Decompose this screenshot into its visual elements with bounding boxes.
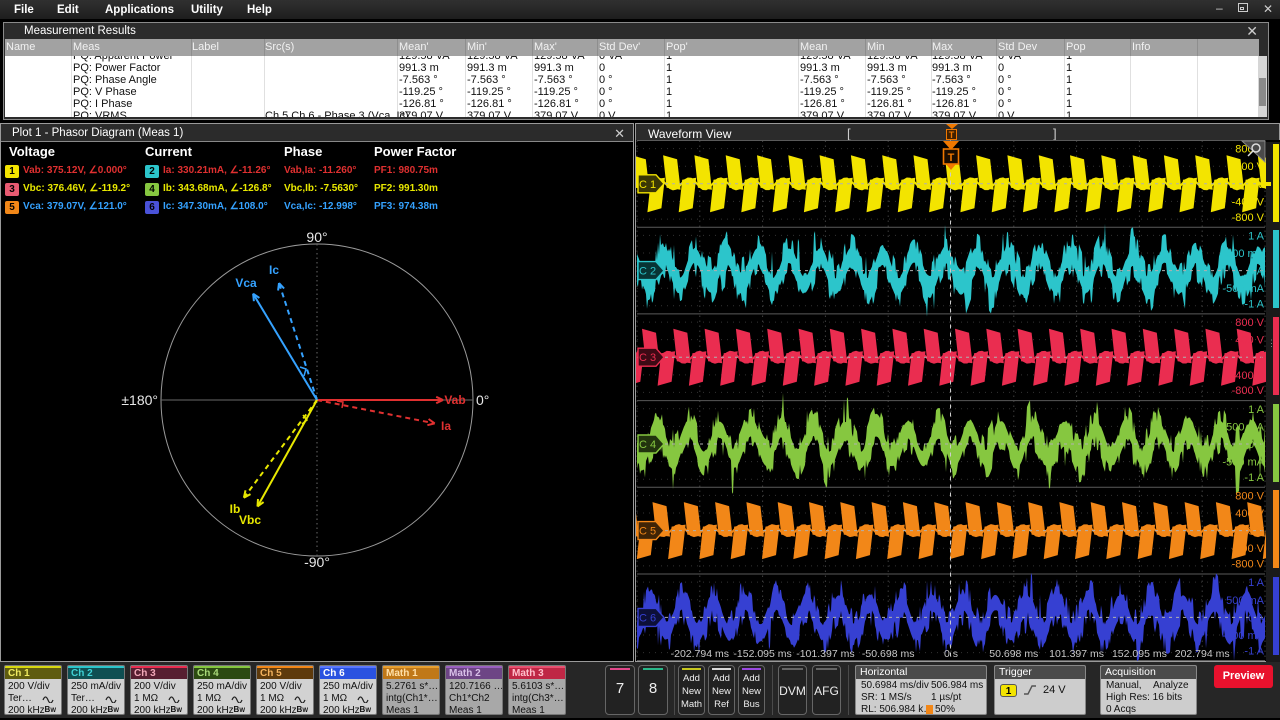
svg-text:0 V: 0 V	[1247, 526, 1264, 538]
svg-text:101.397 ms: 101.397 ms	[1049, 648, 1104, 660]
svg-text:152.095 ms: 152.095 ms	[1112, 648, 1167, 660]
svg-text:-800 V: -800 V	[1232, 385, 1265, 397]
svg-text:50.698 ms: 50.698 ms	[989, 648, 1038, 660]
svg-text:-152.095 ms: -152.095 ms	[733, 648, 791, 660]
svg-text:-800 V: -800 V	[1232, 212, 1265, 224]
svg-text:-400 V: -400 V	[1232, 370, 1265, 382]
svg-text:500 mA: 500 mA	[1226, 595, 1265, 607]
svg-text:800 V: 800 V	[1235, 317, 1264, 329]
svg-text:0 s: 0 s	[944, 648, 958, 660]
svg-text:-500 mA: -500 mA	[1222, 457, 1264, 469]
svg-text:0 A: 0 A	[1248, 612, 1265, 624]
svg-text:C 3: C 3	[639, 352, 656, 364]
svg-text:0 V: 0 V	[1247, 352, 1264, 364]
svg-text:C 5: C 5	[639, 526, 656, 538]
svg-text:800 V: 800 V	[1235, 490, 1264, 502]
svg-text:C 1: C 1	[639, 179, 656, 191]
svg-text:T: T	[948, 152, 955, 164]
svg-text:-90°: -90°	[304, 554, 330, 570]
svg-text:90°: 90°	[306, 229, 327, 245]
svg-text:Ib: Ib	[230, 502, 241, 516]
svg-text:400 V: 400 V	[1235, 335, 1264, 347]
svg-text:-50.698 ms: -50.698 ms	[862, 648, 915, 660]
svg-text:Ic: Ic	[269, 263, 279, 277]
svg-text:-500 mA: -500 mA	[1222, 630, 1264, 642]
svg-text:Vca: Vca	[235, 276, 257, 290]
svg-text:C 6: C 6	[639, 612, 656, 624]
svg-text:-1 A: -1 A	[1244, 645, 1264, 657]
svg-text:500 mA: 500 mA	[1226, 248, 1265, 260]
svg-text:Vab: Vab	[444, 393, 465, 407]
svg-text:500 mA: 500 mA	[1226, 421, 1265, 433]
svg-text:1 A: 1 A	[1248, 404, 1265, 416]
svg-text:1 A: 1 A	[1248, 230, 1265, 242]
svg-text:0 A: 0 A	[1248, 439, 1265, 451]
svg-text:-800 V: -800 V	[1232, 559, 1265, 571]
svg-text:-1 A: -1 A	[1244, 472, 1264, 484]
svg-text:±180°: ±180°	[121, 392, 158, 408]
svg-text:0 A: 0 A	[1248, 266, 1265, 278]
svg-text:-101.397 ms: -101.397 ms	[796, 648, 854, 660]
svg-text:-400 V: -400 V	[1232, 543, 1265, 555]
svg-text:1 A: 1 A	[1248, 577, 1265, 589]
svg-text:-500 mA: -500 mA	[1222, 283, 1264, 295]
svg-text:-1 A: -1 A	[1244, 299, 1264, 311]
svg-text:-202.794 ms: -202.794 ms	[671, 648, 729, 660]
svg-text:0°: 0°	[476, 392, 489, 408]
svg-text:-400 V: -400 V	[1232, 196, 1265, 208]
svg-text:Vbc: Vbc	[239, 513, 261, 527]
svg-text:400 V: 400 V	[1235, 508, 1264, 520]
svg-text:C 2: C 2	[639, 266, 656, 278]
svg-text:400 V: 400 V	[1235, 161, 1264, 173]
svg-text:Ia: Ia	[441, 419, 451, 433]
svg-text:202.794 ms: 202.794 ms	[1175, 648, 1230, 660]
svg-text:C 4: C 4	[639, 439, 656, 451]
